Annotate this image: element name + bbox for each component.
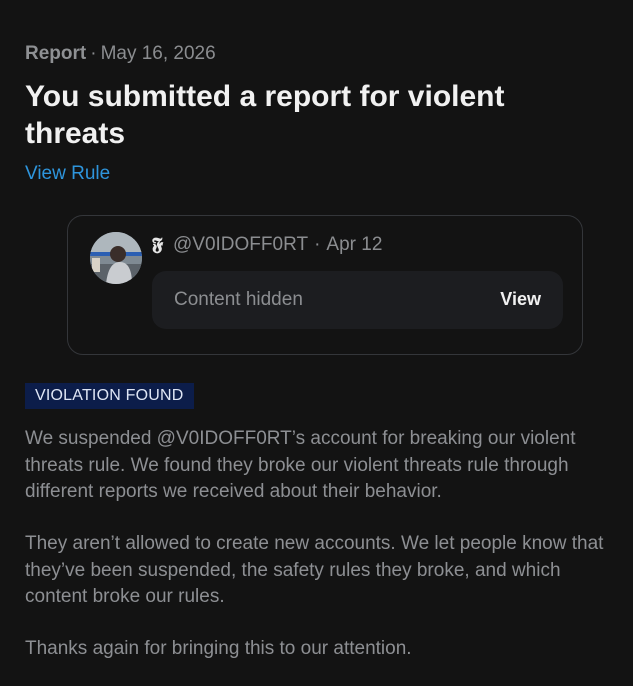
avatar[interactable] bbox=[90, 232, 142, 284]
page-title: You submitted a report for violent threa… bbox=[25, 80, 505, 150]
fraktur-f-icon: 𝕱 bbox=[152, 234, 164, 255]
violation-badge: VIOLATION FOUND bbox=[25, 383, 194, 409]
post-separator: · bbox=[314, 234, 321, 255]
hidden-content-box: Content hidden View bbox=[152, 271, 563, 329]
post-handle[interactable]: @V0IDOFF0RT bbox=[173, 234, 308, 256]
result-paragraph: They aren’t allowed to create new accoun… bbox=[25, 533, 604, 607]
content-hidden-label: Content hidden bbox=[174, 289, 303, 310]
result-paragraph: Thanks again for bringing this to our at… bbox=[25, 638, 412, 659]
meta-separator: · bbox=[90, 43, 97, 64]
view-rule-link[interactable]: View Rule bbox=[25, 163, 110, 185]
post-date: Apr 12 bbox=[326, 234, 383, 255]
reported-post-card[interactable]: 𝕱 @V0IDOFF0RT · Apr 12 Content hidden Vi… bbox=[67, 215, 583, 355]
report-kind: Report bbox=[25, 43, 87, 64]
result-paragraph: We suspended @V0IDOFF0RT’s account for b… bbox=[25, 428, 576, 502]
report-meta: Report · May 16, 2026 bbox=[25, 43, 216, 65]
post-header: 𝕱 @V0IDOFF0RT · Apr 12 bbox=[152, 234, 382, 256]
view-content-button[interactable]: View bbox=[500, 289, 541, 310]
avatar-image bbox=[90, 232, 142, 284]
report-date: May 16, 2026 bbox=[100, 43, 216, 64]
